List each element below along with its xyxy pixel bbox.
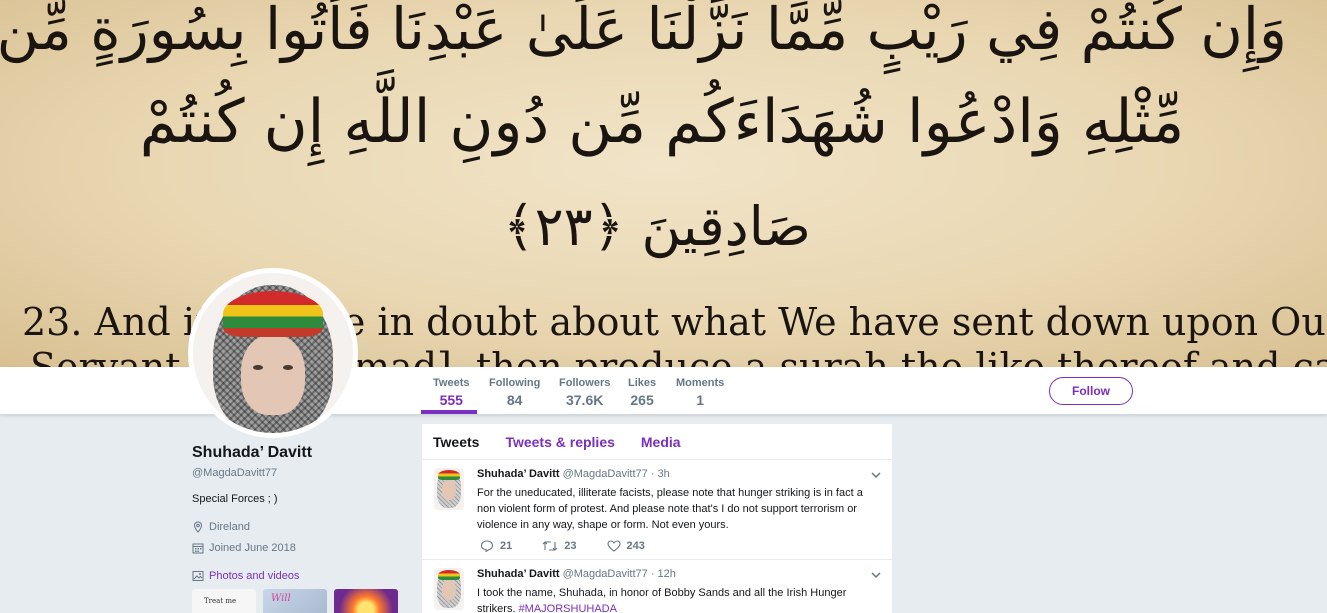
media-thumb-2[interactable]: Will bbox=[263, 589, 327, 613]
avatar-eye-left bbox=[253, 365, 263, 370]
tweet-time[interactable]: · 12h bbox=[651, 568, 676, 580]
avatar-image bbox=[193, 273, 353, 433]
tweet-text: I took the name, Shuhada, in honor of Bo… bbox=[477, 585, 877, 613]
profile-handle[interactable]: @MagdaDavitt77 bbox=[192, 467, 412, 479]
nav-likes[interactable]: Likes 265 bbox=[628, 377, 656, 408]
profile-bio: Special Forces ; ) bbox=[192, 493, 278, 505]
nav-followers-label: Followers bbox=[559, 377, 611, 389]
nav-moments[interactable]: Moments 1 bbox=[676, 377, 724, 408]
banner-arabic-line-2: مِّثْلِهِ وَادْعُوا شُهَدَاءَكُم مِّن دُ… bbox=[139, 87, 1185, 157]
profile-name[interactable]: Shuhada’ Davitt bbox=[192, 444, 412, 462]
profile-joined: Joined June 2018 bbox=[209, 542, 296, 554]
reply-count: 21 bbox=[500, 540, 513, 552]
tweet[interactable]: Shuhada’ Davitt @MagdaDavitt77 · 3h For … bbox=[422, 460, 892, 560]
media-thumb-3[interactable] bbox=[334, 589, 398, 613]
chevron-down-icon[interactable] bbox=[870, 468, 882, 480]
retweet-count: 23 bbox=[564, 540, 577, 552]
tweet-avatar-hat bbox=[438, 570, 460, 580]
like-count: 243 bbox=[626, 540, 645, 552]
tweet-time[interactable]: · 3h bbox=[651, 468, 670, 480]
nav-following[interactable]: Following 84 bbox=[489, 377, 540, 408]
profile-card: Shuhada’ Davitt @MagdaDavitt77 Special F… bbox=[192, 444, 412, 613]
tweet-author-name[interactable]: Shuhada’ Davitt bbox=[477, 468, 560, 480]
tweet-author-name[interactable]: Shuhada’ Davitt bbox=[477, 568, 560, 580]
nav-followers[interactable]: Followers 37.6K bbox=[559, 377, 610, 408]
tab-tweets-replies[interactable]: Tweets & replies bbox=[505, 434, 614, 450]
reply-icon bbox=[480, 540, 494, 552]
profile-avatar[interactable] bbox=[188, 268, 358, 438]
tweet-avatar-face bbox=[442, 580, 456, 600]
nav-following-label: Following bbox=[489, 377, 541, 389]
heart-icon bbox=[606, 540, 621, 552]
avatar-eye-right bbox=[283, 365, 293, 370]
profile-location-row: Direland bbox=[192, 521, 412, 533]
photos-videos-label: Photos and videos bbox=[209, 570, 300, 582]
profile-location: Direland bbox=[209, 521, 250, 533]
banner-arabic-line-3: صَادِقِينَ ﴿٢٣﴾ bbox=[502, 195, 812, 258]
active-tab-indicator bbox=[421, 410, 477, 414]
media-thumb-2-text: Will bbox=[271, 593, 291, 604]
nav-tweets-label: Tweets bbox=[433, 377, 470, 389]
tweet-author-handle[interactable]: @MagdaDavitt77 bbox=[563, 468, 648, 480]
tweet-avatar-face bbox=[442, 480, 456, 500]
timeline: Tweets Tweets & replies Media Shuhada’ D… bbox=[422, 424, 892, 613]
tab-tweets[interactable]: Tweets bbox=[433, 434, 479, 450]
chevron-down-icon[interactable] bbox=[870, 568, 882, 580]
profile-joined-row: Joined June 2018 bbox=[192, 542, 412, 554]
tweet-avatar-hat bbox=[438, 470, 460, 480]
striped-hat bbox=[223, 291, 323, 337]
calendar-icon bbox=[192, 542, 204, 554]
tweet[interactable]: Shuhada’ Davitt @MagdaDavitt77 · 12h I t… bbox=[422, 560, 892, 613]
nav-following-count: 84 bbox=[506, 392, 523, 408]
media-thumb-1[interactable]: Treat me bbox=[192, 589, 256, 613]
tweet-text: For the uneducated, illiterate facists, … bbox=[477, 487, 863, 531]
follow-button[interactable]: Follow bbox=[1049, 377, 1133, 405]
nav-likes-count: 265 bbox=[630, 392, 654, 408]
nav-moments-label: Moments bbox=[676, 377, 725, 389]
retweet-icon bbox=[542, 541, 558, 551]
tweet-actions: 21 23 243 bbox=[480, 540, 675, 552]
hashtag-link[interactable]: #MAJORSHUHADA bbox=[519, 603, 617, 613]
tweet-header: Shuhada’ Davitt @MagdaDavitt77 · 3h bbox=[477, 468, 670, 480]
nav-followers-count: 37.6K bbox=[565, 392, 604, 408]
avatar-face bbox=[241, 335, 305, 415]
banner-arabic-line-1: وَإِن كُنتُمْ فِي رَيْبٍ مِّمَّا نَزَّلْ… bbox=[0, 0, 1287, 63]
reply-button[interactable]: 21 bbox=[480, 540, 512, 552]
media-thumb-1-text: Treat me bbox=[204, 597, 237, 605]
nav-likes-label: Likes bbox=[628, 377, 657, 389]
media-thumbnails: Treat me Will bbox=[192, 589, 412, 613]
photo-icon bbox=[192, 570, 204, 582]
tweet-header: Shuhada’ Davitt @MagdaDavitt77 · 12h bbox=[477, 568, 676, 580]
tweet-author-handle[interactable]: @MagdaDavitt77 bbox=[563, 568, 648, 580]
retweet-button[interactable]: 23 bbox=[542, 540, 577, 552]
nav-moments-count: 1 bbox=[696, 392, 705, 408]
tab-media[interactable]: Media bbox=[641, 434, 681, 450]
timeline-tabs: Tweets Tweets & replies Media bbox=[422, 424, 892, 460]
nav-tweets[interactable]: Tweets 555 bbox=[433, 377, 469, 408]
like-button[interactable]: 243 bbox=[606, 540, 645, 552]
tweet-avatar[interactable] bbox=[434, 568, 464, 610]
photos-videos-link[interactable]: Photos and videos bbox=[192, 570, 412, 582]
location-pin-icon bbox=[192, 521, 204, 533]
tweet-avatar[interactable] bbox=[434, 468, 464, 510]
nav-tweets-count: 555 bbox=[439, 392, 463, 408]
